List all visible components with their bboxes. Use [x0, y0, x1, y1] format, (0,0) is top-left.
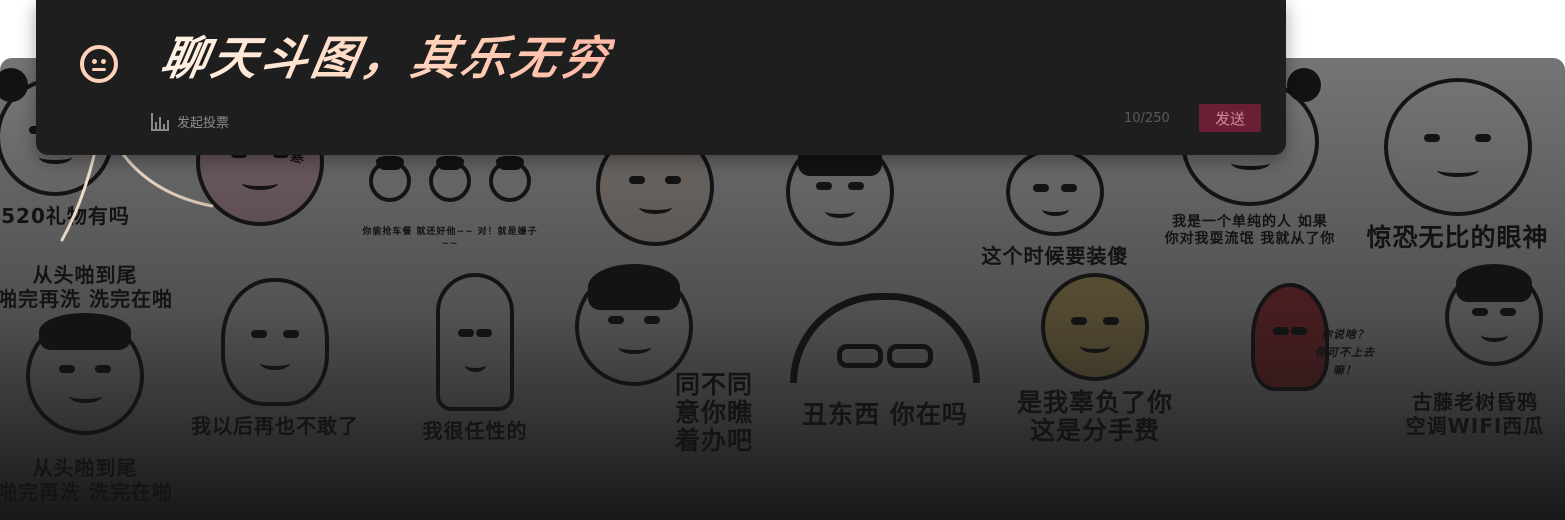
sticker-caption: 你偷抢车餐 就还好他~~ 对！就是嫌子~~: [362, 227, 538, 249]
start-vote-button[interactable]: 发起投票: [151, 112, 229, 131]
sticker-face: [790, 293, 980, 383]
sticker-item[interactable]: 丑东西 你在吗: [775, 293, 995, 429]
sticker-caption: 惊恐无比的眼神: [1366, 223, 1549, 252]
sticker-item[interactable]: 从头啪到尾 啪完再洗 洗完在啪: [0, 456, 180, 504]
sticker-item[interactable]: 我以后再也不敢了: [180, 278, 370, 438]
sticker-face: [1041, 273, 1149, 381]
send-button[interactable]: 发送: [1199, 104, 1261, 132]
sticker-caption: 从头啪到尾 啪完再洗 洗完在啪: [0, 263, 173, 311]
composer-input-text[interactable]: 聊天斗图，其乐无穷: [157, 28, 618, 88]
sticker-caption: 的520礼物有吗: [0, 204, 130, 228]
sticker-caption: 我很任性的: [422, 419, 528, 443]
bar-chart-icon: [151, 112, 169, 131]
sticker-face: [1445, 264, 1543, 366]
sticker-caption: 这个时候要装傻: [981, 244, 1129, 268]
sticker-item[interactable]: 古藤老树昏鸦 空调WIFI西瓜: [1385, 264, 1565, 438]
sticker-face: [26, 313, 144, 435]
sticker-item[interactable]: 惊恐无比的眼神: [1345, 78, 1565, 252]
sticker-item[interactable]: 同不同 意你瞧 着办吧: [575, 264, 775, 455]
sticker-item[interactable]: 我很任性的: [380, 273, 570, 443]
sticker-item[interactable]: 你说啥？ 你可不上去嘛！: [1195, 283, 1385, 391]
sticker-caption: 从头啪到尾 啪完再洗 洗完在啪: [0, 456, 173, 504]
sticker-caption: 同不同 意你瞧 着办吧: [675, 370, 754, 455]
sticker-face: [221, 278, 329, 406]
sticker-caption: 我以后再也不敢了: [191, 414, 359, 438]
sticker-caption: 古藤老树昏鸦 空调WIFI西瓜: [1405, 390, 1545, 438]
smiley-icon[interactable]: [80, 45, 118, 83]
sticker-face: [575, 264, 693, 386]
sticker-face: [1383, 78, 1532, 216]
char-counter: 10/250: [1124, 111, 1170, 126]
stage: 的520礼物有吗 寒 你偷抢车餐 就还好他~~ 对！就是嫌子~~: [0, 0, 1565, 520]
start-vote-label: 发起投票: [177, 116, 230, 131]
sticker-caption: 丑东西 你在吗: [802, 400, 968, 429]
sticker-item[interactable]: 这个时候要装傻: [960, 148, 1150, 268]
sticker-item[interactable]: 从头啪到尾 啪完再洗 洗完在啪: [0, 263, 180, 435]
sticker-caption: 是我辜负了你 这是分手费: [1016, 388, 1173, 445]
sticker-face: [1006, 148, 1104, 236]
sticker-caption: 你说啥？ 你可不上去嘛！: [1315, 328, 1375, 377]
chat-composer: 聊天斗图，其乐无穷 发起投票 10/250 发送: [36, 0, 1286, 155]
sticker-caption: 我是一个单纯的人 如果 你对我耍流氓 我就从了你: [1164, 214, 1336, 247]
sticker-item[interactable]: 是我辜负了你 这是分手费: [1000, 273, 1190, 445]
sticker-item[interactable]: [780, 134, 900, 254]
sticker-face: [436, 273, 514, 411]
